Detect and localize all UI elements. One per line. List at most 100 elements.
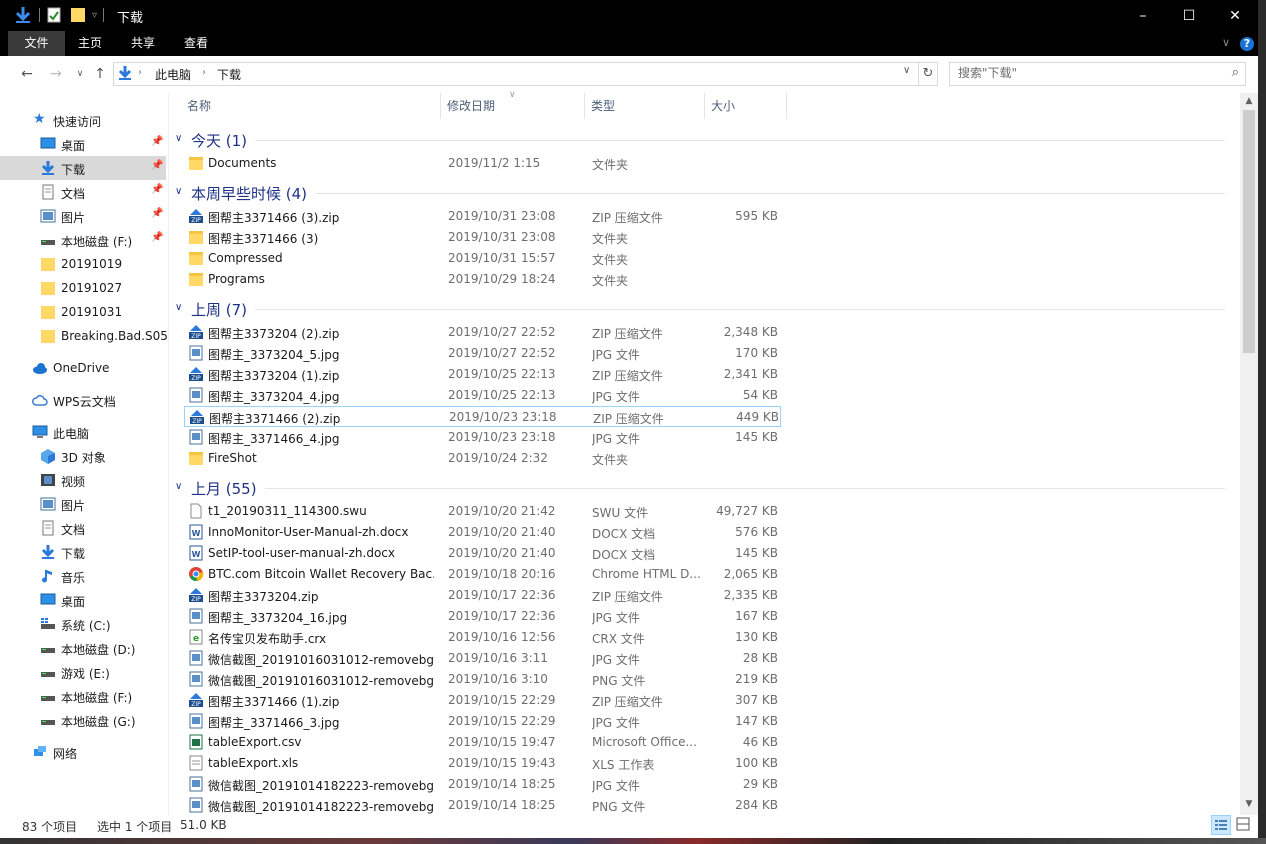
search-input[interactable] bbox=[958, 66, 1208, 80]
file-row[interactable]: 图帮主_3373204_5.jpg 2019/10/27 22:52 JPG 文件 1… bbox=[184, 343, 781, 364]
tab-share[interactable]: 共享 bbox=[118, 31, 168, 56]
column-type[interactable]: 类型 bbox=[585, 93, 705, 119]
sidebar-item[interactable]: 文档 📌 bbox=[0, 180, 166, 204]
refresh-button[interactable]: ↻ bbox=[919, 62, 938, 86]
collapse-chevron-icon[interactable]: ∨ bbox=[175, 186, 182, 197]
sidebar-network[interactable]: 网络 bbox=[0, 740, 166, 764]
scroll-up-icon[interactable]: ▲ bbox=[1240, 96, 1258, 106]
file-row[interactable]: tableExport.csv 2019/10/15 19:47 Microsoft… bbox=[184, 732, 781, 753]
sidebar-item[interactable]: 本地磁盘 (F:) bbox=[0, 684, 166, 708]
sidebar-item[interactable]: 本地磁盘 (D:) bbox=[0, 636, 166, 660]
sidebar-this-pc[interactable]: 此电脑 bbox=[0, 420, 166, 444]
sidebar-item[interactable]: 本地磁盘 (F:) 📌 bbox=[0, 228, 166, 252]
back-button[interactable]: ← bbox=[18, 66, 36, 82]
file-row[interactable]: 图帮主_3373204_4.jpg 2019/10/25 22:13 JPG 文件 5… bbox=[184, 385, 781, 406]
details-view-button[interactable] bbox=[1211, 815, 1231, 835]
sidebar-item[interactable]: 20191027 bbox=[0, 276, 166, 300]
sidebar-item[interactable]: 本地磁盘 (G:) bbox=[0, 708, 166, 732]
collapse-chevron-icon[interactable]: ∨ bbox=[175, 481, 182, 492]
breadcrumb-separator[interactable]: › bbox=[138, 67, 142, 78]
file-row[interactable]: Programs 2019/10/29 18:24 文件夹 bbox=[184, 269, 781, 290]
sidebar-item[interactable]: 音乐 bbox=[0, 564, 166, 588]
scroll-thumb[interactable] bbox=[1243, 110, 1255, 353]
properties-icon[interactable] bbox=[47, 7, 61, 23]
maximize-button[interactable]: ☐ bbox=[1166, 0, 1212, 31]
customize-toolbar-icon[interactable]: ▿ bbox=[92, 10, 97, 21]
file-row[interactable]: 图帮主_3371466_3.jpg 2019/10/15 22:29 JPG 文件 1… bbox=[184, 711, 781, 732]
help-icon[interactable]: ? bbox=[1240, 37, 1254, 51]
sidebar-item[interactable]: 20191019 bbox=[0, 252, 166, 276]
close-button[interactable]: ✕ bbox=[1212, 0, 1258, 31]
file-row[interactable]: ZIP 图帮主3371466 (3).zip 2019/10/31 23:08 ZIP… bbox=[184, 206, 781, 227]
tab-view[interactable]: 查看 bbox=[171, 31, 221, 56]
column-size[interactable]: 大小 bbox=[705, 93, 787, 119]
file-row[interactable]: 图帮主3371466 (3) 2019/10/31 23:08 文件夹 bbox=[184, 227, 781, 248]
minimize-button[interactable]: – bbox=[1120, 0, 1166, 31]
breadcrumb-this-pc[interactable]: 此电脑 bbox=[155, 66, 191, 83]
file-row[interactable]: 微信截图_20191016031012-removebg... 2019/10/1… bbox=[184, 648, 781, 669]
group-header[interactable]: ∨ 本周早些时候 (4) bbox=[175, 182, 1235, 204]
breadcrumb-separator[interactable]: › bbox=[202, 67, 206, 78]
file-row[interactable]: FireShot 2019/10/24 2:32 文件夹 bbox=[184, 448, 781, 469]
sidebar-item[interactable]: 图片 📌 bbox=[0, 204, 166, 228]
file-row[interactable]: Documents 2019/11/2 1:15 文件夹 bbox=[184, 153, 781, 174]
svg-text:e: e bbox=[193, 634, 199, 644]
sidebar-item[interactable]: 文档 bbox=[0, 516, 166, 540]
file-row[interactable]: 微信截图_20191016031012-removebg... 2019/10/1… bbox=[184, 669, 781, 690]
group-header[interactable]: ∨ 上月 (55) bbox=[175, 477, 1235, 499]
desktop-icon bbox=[40, 136, 56, 152]
breadcrumb-downloads[interactable]: 下载 bbox=[217, 66, 241, 83]
vertical-scrollbar[interactable]: ▲ ▼ bbox=[1240, 93, 1258, 815]
new-folder-icon[interactable] bbox=[70, 7, 86, 23]
file-row[interactable]: ZIP 图帮主3371466 (2).zip 2019/10/23 23:18 ZIP… bbox=[184, 406, 781, 427]
file-row[interactable]: 图帮主_3371466_4.jpg 2019/10/23 23:18 JPG 文件 1… bbox=[184, 427, 781, 448]
sidebar-item[interactable]: 3D 对象 bbox=[0, 444, 166, 468]
file-row[interactable]: BTC.com Bitcoin Wallet Recovery Bac... 20… bbox=[184, 564, 781, 585]
download-icon[interactable] bbox=[14, 6, 32, 24]
sidebar-item[interactable]: 桌面 bbox=[0, 588, 166, 612]
file-row[interactable]: t1_20190311_114300.swu 2019/10/20 21:42 SW… bbox=[184, 501, 781, 522]
status-bar: 83 个项目 选中 1 个项目 51.0 KB bbox=[0, 815, 1258, 838]
expand-ribbon-icon[interactable]: ∨ bbox=[1222, 36, 1230, 49]
tab-home[interactable]: 主页 bbox=[66, 31, 114, 56]
file-row[interactable]: W InnoMonitor-User-Manual-zh.docx 2019/10/… bbox=[184, 522, 781, 543]
file-row[interactable]: e 名传宝贝发布助手.crx 2019/10/16 12:56 CRX 文件 130 K… bbox=[184, 627, 781, 648]
sidebar-item[interactable]: 下载 📌 bbox=[0, 156, 166, 180]
sidebar-item[interactable]: 图片 bbox=[0, 492, 166, 516]
tab-file[interactable]: 文件 bbox=[8, 31, 65, 56]
search-icon[interactable]: ⌕ bbox=[1232, 65, 1239, 80]
search-box[interactable]: ⌕ bbox=[949, 62, 1246, 86]
sidebar-quick-access[interactable]: ★ 快速访问 bbox=[0, 108, 166, 132]
collapse-chevron-icon[interactable]: ∨ bbox=[175, 302, 182, 313]
group-header[interactable]: ∨ 今天 (1) bbox=[175, 129, 1235, 151]
sidebar-item[interactable]: 系统 (C:) bbox=[0, 612, 166, 636]
scroll-down-icon[interactable]: ▼ bbox=[1240, 799, 1258, 809]
file-row[interactable]: 微信截图_20191014182223-removebg... 2019/10/1… bbox=[184, 795, 781, 815]
up-button[interactable]: ↑ bbox=[91, 66, 109, 82]
file-row[interactable]: ZIP 图帮主3371466 (1).zip 2019/10/15 22:29 ZIP… bbox=[184, 690, 781, 711]
sidebar-item[interactable]: 下载 bbox=[0, 540, 166, 564]
collapse-chevron-icon[interactable]: ∨ bbox=[175, 133, 182, 144]
sidebar-wps[interactable]: WPS云文档 bbox=[0, 388, 166, 412]
file-row[interactable]: ZIP 图帮主3373204 (2).zip 2019/10/27 22:52 ZIP… bbox=[184, 322, 781, 343]
address-dropdown-icon[interactable]: ∨ bbox=[903, 65, 910, 76]
sidebar-item[interactable]: 桌面 📌 bbox=[0, 132, 166, 156]
file-row[interactable]: W SetIP-tool-user-manual-zh.docx 2019/10/2… bbox=[184, 543, 781, 564]
sidebar-item[interactable]: 20191031 bbox=[0, 300, 166, 324]
file-row[interactable]: ZIP 图帮主3373204.zip 2019/10/17 22:36 ZIP 压缩文… bbox=[184, 585, 781, 606]
address-bar[interactable]: › 此电脑 › 下载 bbox=[113, 62, 919, 86]
file-row[interactable]: Compressed 2019/10/31 15:57 文件夹 bbox=[184, 248, 781, 269]
sidebar-item[interactable]: Breaking.Bad.S05. bbox=[0, 324, 168, 348]
file-row[interactable]: ZIP 图帮主3373204 (1).zip 2019/10/25 22:13 ZIP… bbox=[184, 364, 781, 385]
large-icons-view-button[interactable] bbox=[1234, 815, 1254, 835]
sidebar-item[interactable]: 视频 bbox=[0, 468, 166, 492]
forward-button[interactable]: → bbox=[47, 66, 65, 82]
file-row[interactable]: 图帮主_3373204_16.jpg 2019/10/17 22:36 JPG 文件… bbox=[184, 606, 781, 627]
recent-locations-icon[interactable]: ∨ bbox=[71, 69, 89, 79]
file-row[interactable]: tableExport.xls 2019/10/15 19:43 XLS 工作表 10… bbox=[184, 753, 781, 774]
sidebar-item[interactable]: 游戏 (E:) bbox=[0, 660, 166, 684]
sidebar-onedrive[interactable]: OneDrive bbox=[0, 356, 166, 380]
column-name[interactable]: 名称 bbox=[181, 93, 441, 119]
group-header[interactable]: ∨ 上周 (7) bbox=[175, 298, 1235, 320]
file-row[interactable]: 微信截图_20191014182223-removebg... 2019/10/1… bbox=[184, 774, 781, 795]
